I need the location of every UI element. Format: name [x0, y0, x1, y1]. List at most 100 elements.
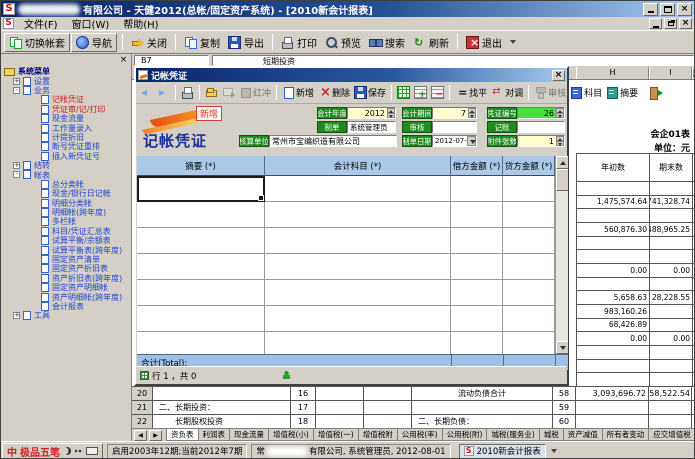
- spinner[interactable]: [468, 108, 476, 118]
- close-button[interactable]: ×: [677, 3, 692, 16]
- report-cell[interactable]: [577, 250, 650, 264]
- year-begin-header[interactable]: 年初数: [577, 154, 650, 182]
- report-cell[interactable]: [650, 237, 693, 251]
- summary-cell[interactable]: [137, 280, 265, 306]
- tree-expander-icon[interactable]: +: [13, 162, 20, 169]
- sheet-tab[interactable]: 增值税(一): [313, 429, 359, 441]
- report-cell[interactable]: [577, 209, 650, 223]
- voucher-toolbar-button[interactable]: [138, 85, 155, 100]
- report-cell[interactable]: [650, 182, 693, 196]
- voucher-toolbar-button[interactable]: [412, 85, 429, 100]
- report-cell[interactable]: 16: [291, 387, 316, 401]
- summary-cell[interactable]: [137, 202, 265, 228]
- toolbar-button[interactable]: 刷新: [409, 34, 453, 51]
- summary-cell[interactable]: [137, 306, 265, 332]
- account-cell[interactable]: [265, 306, 451, 332]
- credit-cell[interactable]: [503, 332, 555, 354]
- sidebar-item[interactable]: + 结转: [3, 161, 131, 170]
- sheet-tab[interactable]: 利润表: [198, 429, 231, 441]
- credit-cell[interactable]: [503, 254, 555, 280]
- summary-cell[interactable]: [137, 176, 265, 202]
- ime-keyboard-icon[interactable]: [86, 447, 98, 455]
- voucher-column-header[interactable]: 贷方金额 (*): [503, 156, 555, 176]
- sidebar-item[interactable]: + 设置: [3, 76, 131, 85]
- scroll-up-icon[interactable]: [556, 156, 568, 169]
- report-cell[interactable]: [650, 250, 693, 264]
- sheet-tab[interactable]: 公用税(附): [442, 429, 488, 441]
- sheet-tab[interactable]: 公用税(率): [397, 429, 443, 441]
- voucher-toolbar-button[interactable]: [429, 85, 446, 100]
- sheet-tab[interactable]: 资产减值: [563, 429, 603, 441]
- report-cell[interactable]: [364, 387, 412, 401]
- credit-cell[interactable]: [503, 306, 555, 332]
- report-cell[interactable]: 5,258,522.54: [649, 387, 692, 401]
- toolbar-overflow-icon[interactable]: [510, 40, 516, 44]
- summary-cell[interactable]: [137, 332, 265, 354]
- report-cell[interactable]: [650, 360, 693, 374]
- report-cell[interactable]: [577, 237, 650, 251]
- voucher-toolbar-button[interactable]: 删除: [316, 85, 352, 100]
- tree-expander-icon[interactable]: +: [13, 78, 20, 85]
- report-cell[interactable]: 560,876.30: [577, 223, 650, 237]
- voucher-toolbar-button[interactable]: [647, 85, 664, 100]
- report-cell[interactable]: [316, 387, 364, 401]
- maximize-button[interactable]: [660, 3, 675, 16]
- ime-toolbar[interactable]: 中 极品五笔: [2, 443, 103, 459]
- report-cell[interactable]: [577, 373, 650, 387]
- sheet-tab[interactable]: 城税(服务业): [486, 429, 539, 441]
- ime-name[interactable]: 极品五笔: [20, 444, 60, 459]
- sheet-tab[interactable]: 应交增值税: [648, 429, 695, 441]
- credit-cell[interactable]: [503, 202, 555, 228]
- report-cell[interactable]: [577, 346, 650, 360]
- voucher-number-field[interactable]: 26: [517, 107, 565, 119]
- sidebar-close-icon[interactable]: ×: [119, 56, 128, 65]
- report-cell[interactable]: [153, 387, 291, 401]
- account-cell[interactable]: [265, 228, 451, 254]
- dialog-titlebar[interactable]: 记帐凭证 ×: [136, 68, 567, 82]
- ime-punctuation-icon[interactable]: [74, 447, 83, 455]
- voucher-toolbar-button[interactable]: [155, 85, 172, 100]
- formula-input[interactable]: 短期投资: [212, 55, 694, 66]
- report-cell[interactable]: 1,475,574.64: [577, 196, 650, 210]
- menu-item[interactable]: 帮助(H): [116, 16, 165, 31]
- report-cell[interactable]: [650, 373, 693, 387]
- voucher-toolbar-button[interactable]: [179, 85, 196, 100]
- report-cell[interactable]: 流动负债合计: [412, 387, 553, 401]
- taskbar-overflow-icon[interactable]: [551, 449, 557, 453]
- toolbar-button[interactable]: 导出: [224, 34, 268, 51]
- report-cell[interactable]: [650, 319, 693, 333]
- report-cell[interactable]: [650, 346, 693, 360]
- credit-cell[interactable]: [503, 176, 555, 202]
- column-header-cell[interactable]: I: [649, 67, 692, 79]
- debit-cell[interactable]: [451, 254, 503, 280]
- grid-scrollbar[interactable]: [555, 156, 568, 354]
- report-cell[interactable]: 5,658.63: [577, 291, 650, 305]
- credit-cell[interactable]: [503, 280, 555, 306]
- report-cell[interactable]: 3,093,696.72: [576, 387, 649, 401]
- sheet-tab[interactable]: 增值税(小): [268, 429, 314, 441]
- toolbar-button[interactable]: 导航: [71, 33, 117, 52]
- tree-expander-icon[interactable]: +: [13, 312, 20, 319]
- toolbar-button[interactable]: 搜索: [365, 34, 409, 51]
- report-cell[interactable]: [316, 401, 364, 415]
- account-cell[interactable]: [265, 280, 451, 306]
- report-cell[interactable]: [577, 360, 650, 374]
- report-cell[interactable]: [650, 209, 693, 223]
- dialog-close-icon[interactable]: ×: [552, 70, 565, 81]
- report-cell[interactable]: 59: [553, 401, 576, 415]
- scroll-down-icon[interactable]: [556, 341, 568, 354]
- toolbar-button[interactable]: 打印: [277, 34, 321, 51]
- voucher-toolbar-button[interactable]: 保存: [352, 85, 388, 100]
- column-header-cell[interactable]: H: [576, 67, 649, 79]
- voucher-toolbar-button[interactable]: 摘要: [604, 85, 640, 100]
- voucher-column-header[interactable]: 借方金额 (*): [451, 156, 503, 176]
- row-number[interactable]: 22: [132, 415, 153, 428]
- row-number[interactable]: 20: [132, 387, 153, 401]
- debit-cell[interactable]: [451, 228, 503, 254]
- report-cell[interactable]: [577, 182, 650, 196]
- report-cell[interactable]: 长期股权投资: [153, 415, 291, 428]
- row-number[interactable]: 21: [132, 401, 153, 415]
- menu-item[interactable]: 文件(F): [17, 16, 65, 31]
- report-cell[interactable]: 二、长期投资：: [153, 401, 291, 415]
- tab-scroll-left-icon[interactable]: ◀: [134, 430, 147, 441]
